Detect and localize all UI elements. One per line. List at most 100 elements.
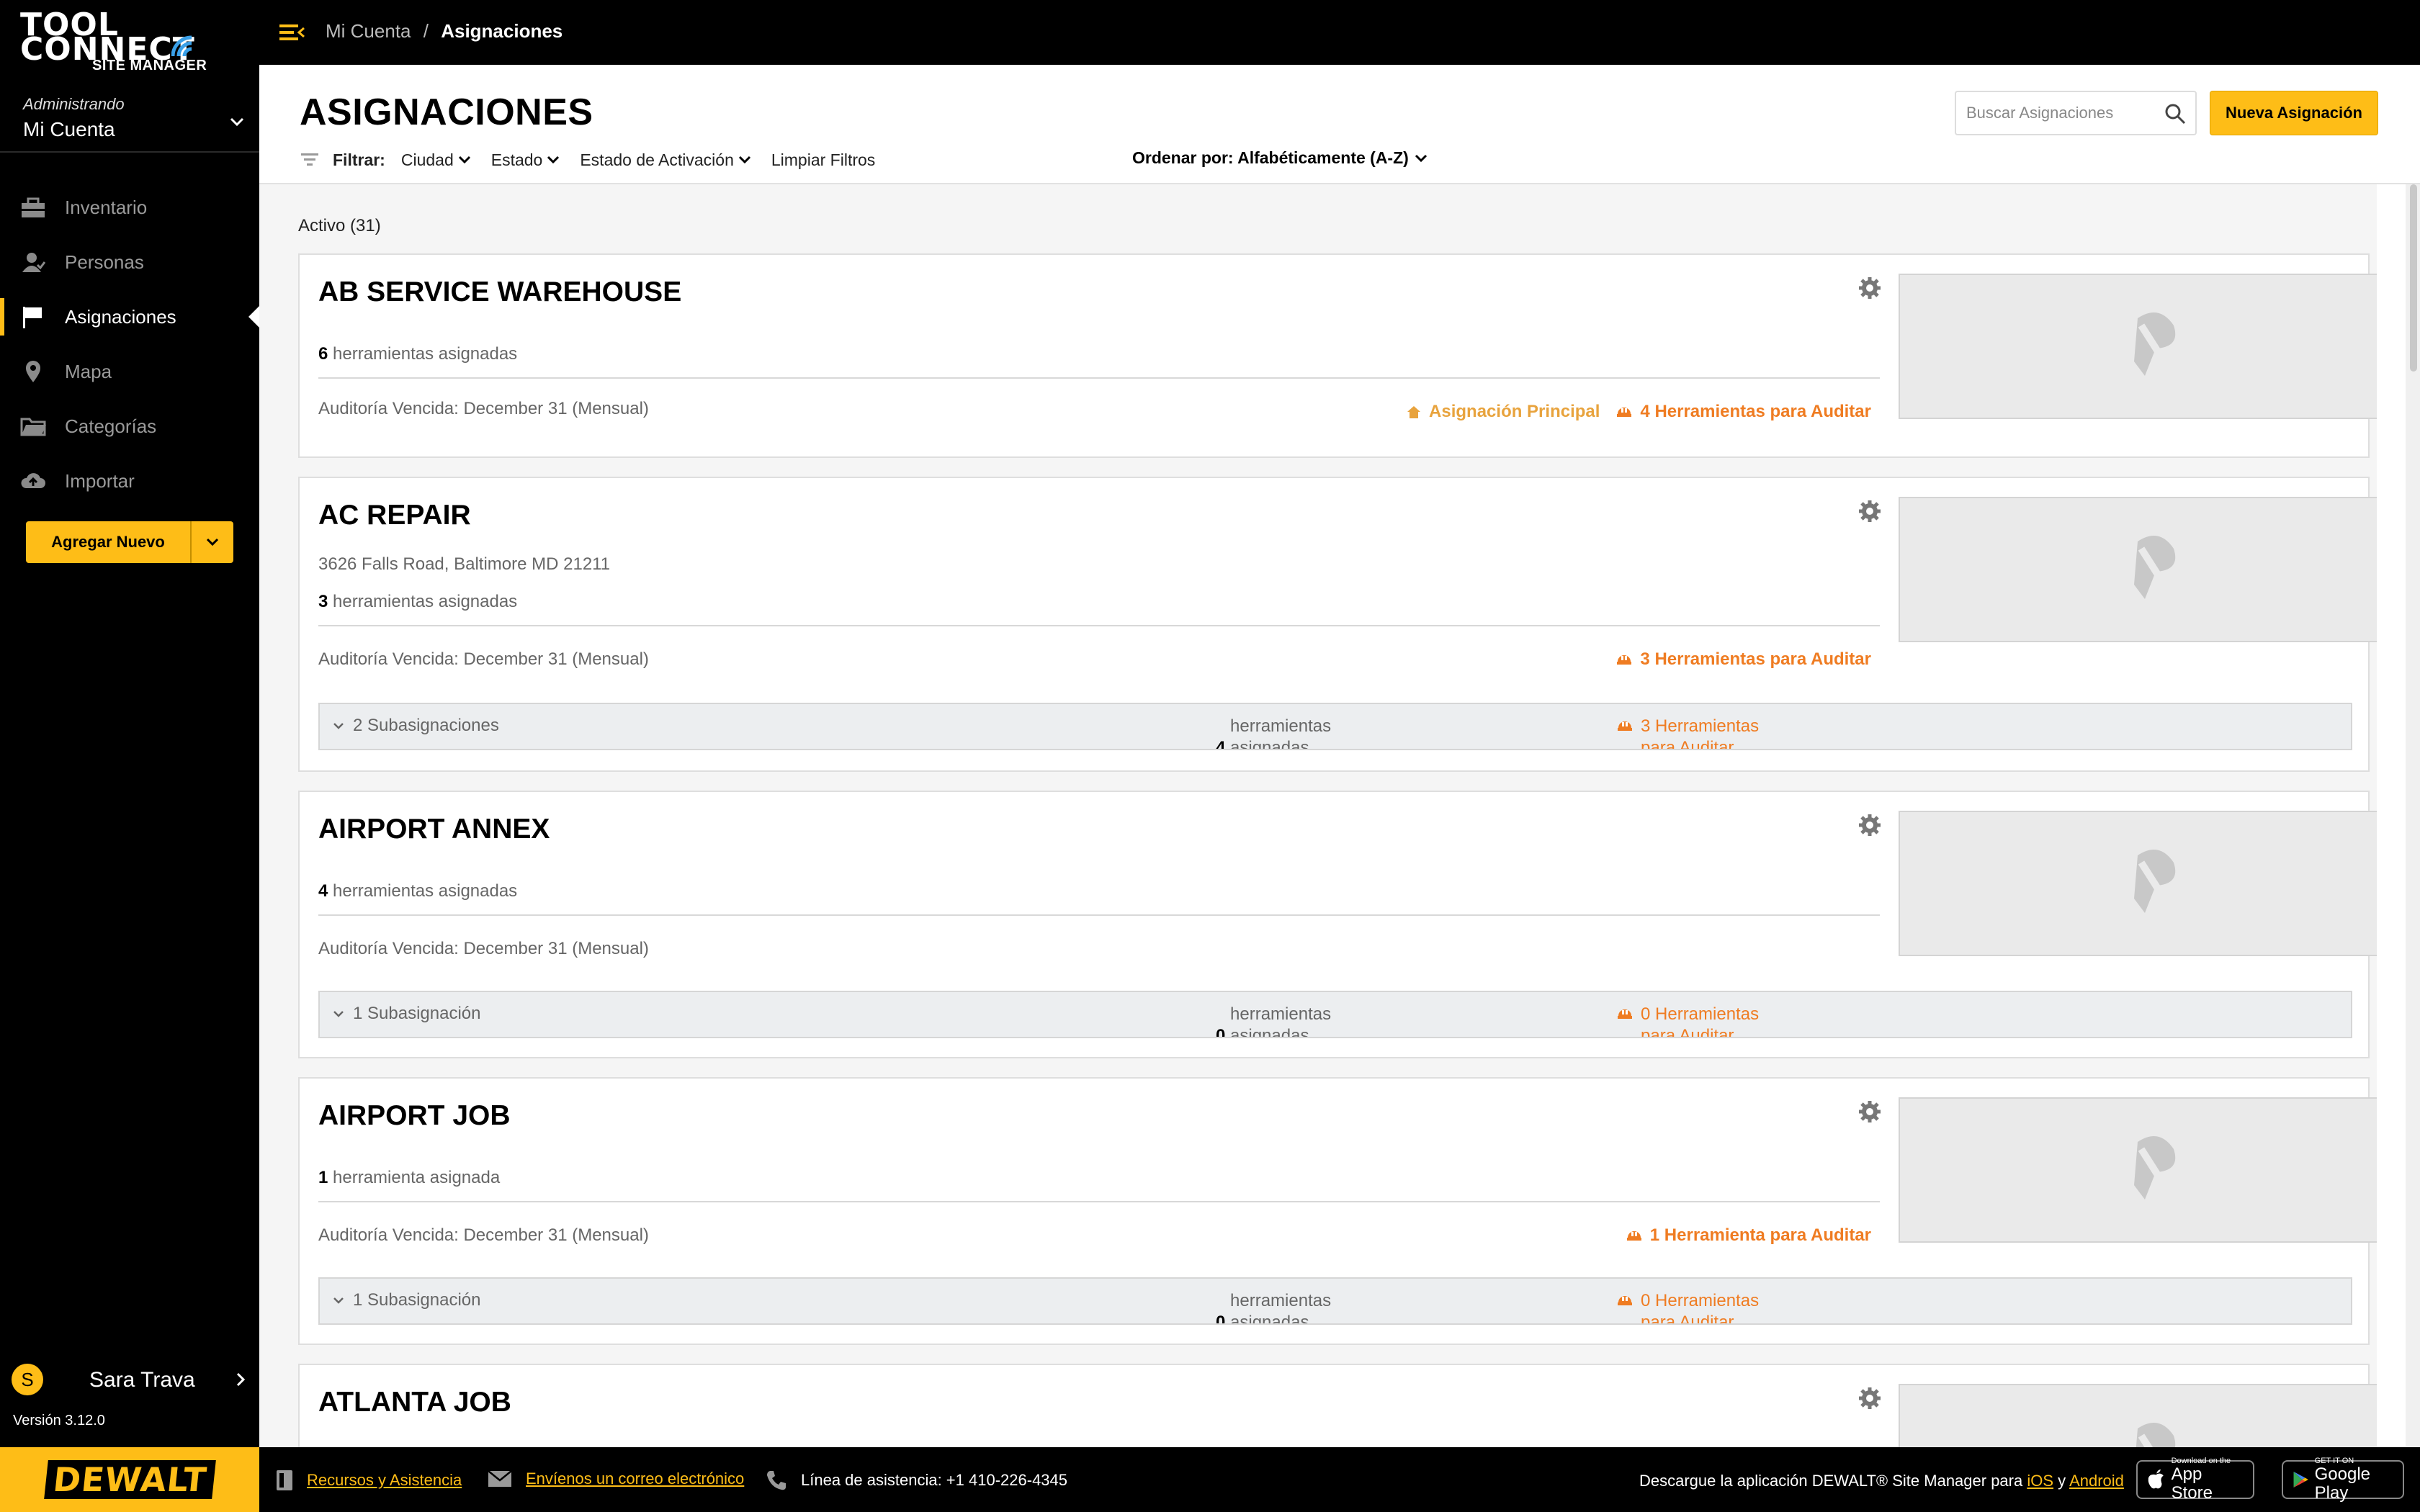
sidebar-item-asignaciones[interactable]: Asignaciones [0, 289, 260, 344]
tool-connect-logo[interactable]: TOOL CONNECT SITE MANAGER [20, 9, 236, 78]
ios-link[interactable]: iOS [2027, 1472, 2053, 1490]
filter-ciudad[interactable]: Ciudad [401, 150, 471, 170]
search-input[interactable] [1966, 101, 2161, 125]
sub-assignments-label: 1 Subasignación [353, 1004, 481, 1023]
assignment-name[interactable]: AIRPORT ANNEX [318, 814, 550, 845]
assignment-card[interactable]: AB SERVICE WAREHOUSE 6 herramientas asig… [298, 253, 2377, 458]
sidebar-item-label: Inventario [65, 196, 148, 218]
hotline: Línea de asistencia: +1 410-226-4345 [765, 1469, 1067, 1492]
sub-assignments-toggle[interactable]: 1 Subasignación [333, 1290, 480, 1310]
assignment-name[interactable]: ATLANTA JOB [318, 1387, 511, 1418]
sidebar: TOOL CONNECT SITE MANAGER Administrando … [0, 0, 260, 1447]
sidebar-item-mapa[interactable]: Mapa [0, 344, 259, 399]
sidebar-item-importar[interactable]: Importar [0, 454, 259, 508]
app-download-text: Descargue la aplicación DEWALT® Site Man… [1639, 1472, 2124, 1490]
sub-tool-count: 0 herramientas asignadas [1216, 1004, 1332, 1038]
account-role: Administrando [23, 95, 125, 113]
assignment-image-placeholder [1899, 274, 2377, 419]
chevron-down-icon [1415, 154, 1427, 162]
assignment-card[interactable]: ATLANTA JOB [298, 1364, 2377, 1447]
resources-link-text[interactable]: Recursos y Asistencia [307, 1471, 462, 1490]
assignment-card[interactable]: AIRPORT ANNEX 4 herramientas asignadas A… [298, 791, 2377, 1058]
sub-tool-count: 0 herramientas asignadas [1216, 1290, 1332, 1325]
menu-collapse-icon[interactable] [278, 22, 305, 43]
map-pin-icon [26, 361, 40, 382]
sub-assignments-toggle[interactable]: 1 Subasignación [333, 1004, 480, 1024]
audit-badge[interactable]: 3 Herramientas para Auditar [1615, 649, 1871, 670]
google-play-badge[interactable]: GET IT ON Google Play [2282, 1457, 2404, 1503]
logo-subtitle: SITE MANAGER [92, 58, 207, 73]
gear-icon[interactable] [1858, 1387, 1881, 1410]
sidebar-item-personas[interactable]: Personas [0, 235, 259, 289]
sub-assignments-toggle[interactable]: 2 Subasignaciones [333, 716, 499, 736]
sidebar-item-inventario[interactable]: Inventario [0, 180, 259, 235]
tool-count-number: 1 [318, 1168, 328, 1187]
sub-tool-count-text: herramientas asignadas [1230, 1291, 1332, 1325]
people-icon [22, 253, 46, 272]
email-link[interactable]: Envíenos un correo electrónico [487, 1469, 744, 1489]
tool-count: 6 herramientas asignadas [318, 344, 517, 364]
chevron-down-icon [738, 156, 750, 164]
tool-count: 1 herramienta asignada [318, 1168, 500, 1188]
chevron-down-icon [333, 723, 344, 729]
audit-due: Auditoría Vencida: December 31 (Mensual) [318, 399, 649, 418]
add-new-button[interactable]: Agregar Nuevo [26, 521, 233, 563]
scrollbar-thumb[interactable] [2410, 184, 2417, 372]
sort-dropdown[interactable]: Ordenar por: Alfabéticamente (A-Z) [1132, 148, 1428, 168]
chevron-down-icon [333, 1011, 344, 1017]
filter-bar: Filtrar: Ciudad Estado Estado de Activac… [300, 147, 895, 173]
sidebar-nav: Inventario Personas Asignaciones Mapa Ca… [0, 180, 260, 508]
audit-badge[interactable]: 1 Herramienta para Auditar [1626, 1225, 1871, 1246]
audit-due: Auditoría Vencida: December 31 (Mensual) [318, 939, 649, 958]
tool-count-text: herramientas asignadas [333, 592, 518, 611]
assignments-list: Activo (31) AB SERVICE WAREHOUSE 6 herra… [259, 184, 2377, 1447]
audit-badge[interactable]: 4 Herramientas para Auditar [1615, 402, 1871, 422]
placeholder-logo-icon [2136, 1423, 2176, 1447]
audit-icon [1626, 1231, 1641, 1241]
filter-icon [301, 153, 318, 166]
email-link-text[interactable]: Envíenos un correo electrónico [526, 1470, 744, 1488]
sidebar-item-label: Asignaciones [65, 305, 176, 328]
chevron-right-icon [236, 1372, 246, 1387]
assignment-name[interactable]: AB SERVICE WAREHOUSE [318, 276, 681, 308]
gear-icon[interactable] [1858, 500, 1881, 523]
gear-icon[interactable] [1858, 814, 1881, 837]
assignment-card[interactable]: AIRPORT JOB 1 herramienta asignada Audit… [298, 1077, 2377, 1345]
assignment-image-placeholder [1899, 1097, 2377, 1243]
sidebar-item-label: Mapa [65, 360, 112, 382]
android-link[interactable]: Android [2069, 1472, 2124, 1490]
primary-badge-label: Asignación Principal [1429, 402, 1600, 421]
tool-count-number: 4 [318, 881, 328, 901]
breadcrumb-parent[interactable]: Mi Cuenta [326, 20, 411, 42]
search-icon[interactable] [2164, 102, 2187, 125]
gear-icon[interactable] [1858, 276, 1881, 300]
folder-icon [20, 418, 46, 436]
sub-assignments-row[interactable]: 2 Subasignaciones 4 herramientas asignad… [318, 703, 2352, 750]
add-new-label: Agregar Nuevo [51, 533, 165, 551]
status-badges: Asignación Principal 4 Herramientas para… [1406, 402, 1871, 422]
sub-assignments-row[interactable]: 1 Subasignación 0 herramientas asignadas… [318, 1277, 2352, 1325]
account-switcher[interactable]: Administrando Mi Cuenta [0, 89, 259, 153]
new-assignment-button[interactable]: Nueva Asignación [2210, 91, 2378, 135]
flag-icon [23, 307, 42, 328]
gear-icon[interactable] [1858, 1100, 1881, 1123]
placeholder-logo-icon [2134, 312, 2176, 376]
clear-filters-link[interactable]: Limpiar Filtros [771, 150, 875, 170]
add-new-dropdown-toggle[interactable] [190, 521, 233, 563]
scrollbar[interactable] [2406, 184, 2420, 1447]
app-store-badge[interactable]: Download on the App Store [2136, 1457, 2254, 1503]
assignment-address: 3626 Falls Road, Baltimore MD 21211 [318, 554, 611, 574]
assignment-card[interactable]: AC REPAIR 3626 Falls Road, Baltimore MD … [298, 477, 2377, 772]
phone-icon [767, 1471, 786, 1490]
assignment-name[interactable]: AIRPORT JOB [318, 1100, 511, 1132]
sub-assignments-row[interactable]: 1 Subasignación 0 herramientas asignadas… [318, 991, 2352, 1038]
resources-link[interactable]: Recursos y Asistencia [275, 1469, 462, 1492]
sidebar-item-categorias[interactable]: Categorías [0, 399, 259, 454]
filter-estado-activacion[interactable]: Estado de Activación [580, 150, 751, 170]
sub-tool-count-text: herramientas asignadas [1230, 1004, 1332, 1038]
sub-tool-count-number: 4 [1216, 738, 1226, 750]
chevron-down-icon [206, 538, 219, 546]
user-menu[interactable]: S Sara Trava [0, 1356, 259, 1400]
filter-estado[interactable]: Estado [491, 150, 560, 170]
assignment-name[interactable]: AC REPAIR [318, 500, 471, 531]
